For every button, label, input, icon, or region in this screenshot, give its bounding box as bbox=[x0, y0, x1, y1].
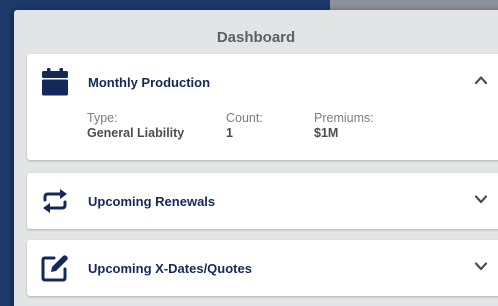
stat-type-label: Type: bbox=[87, 111, 118, 125]
stat-count-label: Count: bbox=[226, 111, 263, 125]
panel-title: Dashboard bbox=[216, 29, 296, 46]
upcoming-renewals-header[interactable]: Upcoming Renewals bbox=[27, 173, 498, 227]
chevron-down-icon[interactable] bbox=[474, 259, 488, 273]
stat-premiums: Premiums: $1M bbox=[314, 111, 374, 141]
upcoming-xdates-card: Upcoming X-Dates/Quotes bbox=[27, 240, 498, 296]
monthly-production-card: Monthly Production Type: General Liabili… bbox=[27, 54, 498, 160]
stat-count: Count: 1 bbox=[226, 111, 263, 141]
upcoming-xdates-title: Upcoming X-Dates/Quotes bbox=[88, 261, 252, 276]
monthly-production-header[interactable]: Monthly Production bbox=[27, 54, 498, 108]
dashboard-panel: Dashboard Monthly Production Type: Gener… bbox=[14, 10, 498, 306]
upcoming-xdates-header[interactable]: Upcoming X-Dates/Quotes bbox=[27, 240, 498, 294]
monthly-production-title: Monthly Production bbox=[88, 75, 211, 90]
renew-arrows-icon bbox=[40, 186, 70, 216]
upcoming-renewals-card: Upcoming Renewals bbox=[27, 173, 498, 229]
edit-icon bbox=[40, 253, 70, 283]
stat-premiums-label: Premiums: bbox=[314, 111, 374, 125]
stat-premiums-value: $1M bbox=[314, 126, 339, 140]
stat-count-value: 1 bbox=[226, 126, 233, 140]
calendar-icon bbox=[40, 67, 70, 97]
stat-type-value: General Liability bbox=[87, 126, 185, 140]
upcoming-renewals-title: Upcoming Renewals bbox=[88, 194, 216, 209]
chevron-up-icon[interactable] bbox=[474, 73, 488, 87]
background-strip bbox=[0, 165, 14, 306]
stat-type: Type: General Liability bbox=[87, 111, 184, 141]
chevron-down-icon[interactable] bbox=[474, 192, 488, 206]
